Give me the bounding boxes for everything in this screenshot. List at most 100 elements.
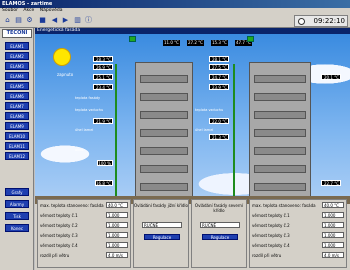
param-value[interactable]: 1.000 bbox=[106, 222, 128, 228]
right-value-2: 22.7 °C bbox=[321, 180, 341, 186]
home-icon[interactable]: ⌂ bbox=[3, 16, 12, 25]
main-window: Energetická fasáda zapnuto 11.0 °C 27.2 … bbox=[35, 28, 350, 270]
app-titlebar: ELAMOS - zartime bbox=[0, 0, 350, 8]
facade-window bbox=[254, 129, 306, 137]
sidebar-button-3[interactable]: ELAM3 bbox=[5, 62, 29, 70]
param-label: věrnost teploty č.3 bbox=[40, 233, 78, 238]
info-icon[interactable]: ⓘ bbox=[84, 16, 93, 25]
param-label: věrnost teploty č.4 bbox=[40, 243, 78, 248]
facade-window bbox=[254, 165, 306, 173]
facade-window bbox=[140, 75, 188, 83]
param-value[interactable]: 4.0 m/s bbox=[106, 252, 128, 258]
param-label: věrnost teploty č.4 bbox=[252, 243, 290, 248]
param-value[interactable]: 40.0 °C bbox=[322, 202, 344, 208]
panel-title: Ovládání fasády severní křídlo bbox=[194, 203, 244, 213]
left-value-3: 25.1 °C bbox=[93, 74, 113, 80]
settings-icon[interactable]: ⚙ bbox=[25, 16, 34, 25]
left-value-4: 23.4 °C bbox=[93, 84, 113, 90]
sidebar-button-alarms[interactable]: Alarmy bbox=[5, 200, 29, 208]
regulation-button[interactable]: Regulace bbox=[144, 234, 180, 240]
facade-window bbox=[254, 183, 306, 191]
menu-help[interactable]: Nápověda bbox=[40, 8, 63, 13]
clock: 09:22:10 bbox=[294, 15, 348, 27]
sidebar-button-exit[interactable]: Konec bbox=[5, 224, 29, 232]
sidebar: TECONI ELAM1 ELAM2 ELAM3 ELAM4 ELAM5 ELA… bbox=[0, 28, 34, 270]
facade-window bbox=[140, 93, 188, 101]
back-arrow-icon[interactable]: ◀ bbox=[50, 16, 59, 25]
top-value-2: 27.2 °C bbox=[187, 40, 204, 46]
mode-dropdown[interactable]: RUČNĚ bbox=[200, 222, 240, 228]
sensor-icon bbox=[247, 36, 254, 42]
sidebar-button-print[interactable]: Tisk bbox=[5, 212, 29, 220]
facade-window bbox=[140, 165, 188, 173]
sidebar-button-10[interactable]: ELAM10 bbox=[5, 132, 29, 140]
sidebar-button-4[interactable]: ELAM4 bbox=[5, 72, 29, 80]
panel-south-params: max. teplota stanoveno: fasáda 40.0 °C v… bbox=[37, 199, 131, 268]
sidebar-button-7[interactable]: ELAM7 bbox=[5, 102, 29, 110]
clock-time: 09:22:10 bbox=[313, 17, 345, 25]
facade-window bbox=[254, 75, 306, 83]
mid-value-1: 28.1 °C bbox=[209, 56, 229, 62]
stop-icon[interactable]: ■ bbox=[38, 16, 47, 25]
toolbar: ⌂ ▤ ⚙ ■ ◀ ▶ ▥ ⓘ 09:22:10 bbox=[0, 14, 350, 28]
chart-icon[interactable]: ▥ bbox=[73, 16, 82, 25]
logo: TECONI bbox=[2, 29, 32, 38]
mid-value-3: 24.7 °C bbox=[209, 74, 229, 80]
mid-value-2: 27.5 °C bbox=[209, 64, 229, 70]
sensor-pole-mid bbox=[233, 64, 235, 210]
facade-window bbox=[254, 111, 306, 119]
sidebar-button-12[interactable]: ELAM12 bbox=[5, 152, 29, 160]
param-label: max. teplota stanoveno: fasáda bbox=[40, 203, 104, 208]
mid-value-4: 23.9 °C bbox=[209, 84, 229, 90]
param-value[interactable]: 1.000 bbox=[322, 222, 344, 228]
top-value-3: 15.3 °C bbox=[211, 40, 228, 46]
panel-south-control: Ovládání fasády jižní křídlo RUČNĚ Regul… bbox=[133, 199, 189, 268]
sidebar-button-8[interactable]: ELAM8 bbox=[5, 112, 29, 120]
param-value[interactable]: 1.000 bbox=[322, 232, 344, 238]
param-value[interactable]: 1.000 bbox=[106, 232, 128, 238]
sensor-pole-left bbox=[115, 64, 117, 210]
menu-action[interactable]: Akce bbox=[23, 8, 34, 13]
sidebar-button-11[interactable]: ELAM11 bbox=[5, 142, 29, 150]
param-label: max. teplota stanoveno: fasáda bbox=[252, 203, 316, 208]
side-label-mid-2: úhel lamel bbox=[195, 128, 214, 132]
param-label: věrnost teploty č.1 bbox=[40, 213, 78, 218]
param-value[interactable]: 1.000 bbox=[322, 212, 344, 218]
param-value[interactable]: 40.0 °C bbox=[106, 202, 128, 208]
top-value-1: 11.0 °C bbox=[163, 40, 180, 46]
facade-window bbox=[254, 147, 306, 155]
param-value[interactable]: 4.0 m/s bbox=[322, 252, 344, 258]
param-label: věrnost teploty č.3 bbox=[252, 233, 290, 238]
panel-title: Ovládání fasády jižní křídlo bbox=[134, 203, 188, 208]
sidebar-button-2[interactable]: ELAM2 bbox=[5, 52, 29, 60]
param-label: věrnost teploty č.2 bbox=[252, 223, 290, 228]
side-label-3: úhel lamel bbox=[75, 128, 94, 132]
sidebar-button-1[interactable]: ELAM1 bbox=[5, 42, 29, 50]
mid-value-6: 21.3 °C bbox=[209, 134, 229, 140]
sun-label: zapnuto bbox=[57, 72, 74, 77]
forward-arrow-icon[interactable]: ▶ bbox=[61, 16, 70, 25]
facade-window bbox=[254, 93, 306, 101]
panel-north-control: Ovládání fasády severní křídlo RUČNĚ Reg… bbox=[191, 199, 247, 268]
param-label: rozdíl při větru bbox=[252, 253, 282, 258]
print-icon[interactable]: ▤ bbox=[14, 16, 23, 25]
side-label-mid-1: teplota vzduchu bbox=[195, 108, 224, 112]
side-label-4: okno bbox=[75, 148, 84, 152]
param-value[interactable]: 1.000 bbox=[322, 242, 344, 248]
param-value[interactable]: 1.000 bbox=[106, 242, 128, 248]
param-value[interactable]: 1.000 bbox=[106, 212, 128, 218]
sidebar-button-5[interactable]: ELAM5 bbox=[5, 82, 29, 90]
sidebar-button-9[interactable]: ELAM9 bbox=[5, 122, 29, 130]
left-value-7: 16.8 °C bbox=[95, 180, 113, 186]
sidebar-button-6[interactable]: ELAM6 bbox=[5, 92, 29, 100]
left-value-1: 28.3 °C bbox=[93, 56, 113, 62]
mode-dropdown[interactable]: RUČNĚ bbox=[142, 222, 182, 228]
facade-window bbox=[140, 183, 188, 191]
menu-file[interactable]: Soubor bbox=[2, 8, 18, 13]
left-value-5: 21.9 °C bbox=[93, 118, 113, 124]
mid-value-5: 22.0 °C bbox=[209, 118, 229, 124]
building-south bbox=[135, 62, 193, 204]
regulation-button[interactable]: Regulace bbox=[202, 234, 238, 240]
side-label-2: teplota vzduchu bbox=[75, 108, 104, 112]
sidebar-button-charts[interactable]: Grafy bbox=[5, 188, 29, 196]
